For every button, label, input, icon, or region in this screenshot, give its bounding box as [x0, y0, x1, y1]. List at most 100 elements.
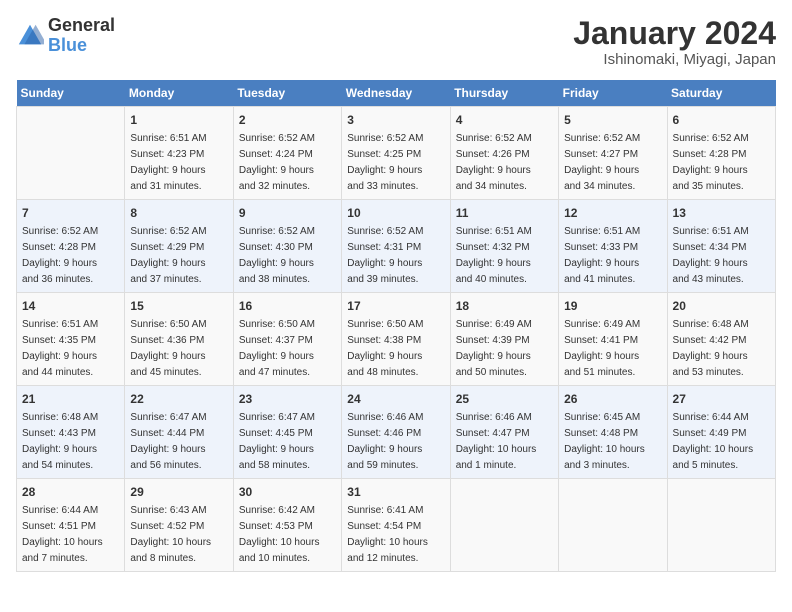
day-info: Sunrise: 6:52 AMSunset: 4:24 PMDaylight:… — [239, 131, 336, 195]
calendar-cell: 14 Sunrise: 6:51 AMSunset: 4:35 PMDayligh… — [17, 293, 125, 386]
day-info: Sunrise: 6:48 AMSunset: 4:43 PMDaylight:… — [22, 410, 119, 474]
calendar-cell — [667, 479, 775, 572]
day-number: 17 — [347, 297, 444, 315]
day-number: 14 — [22, 297, 119, 315]
day-number: 9 — [239, 204, 336, 222]
calendar-cell: 8 Sunrise: 6:52 AMSunset: 4:29 PMDaylight… — [125, 200, 233, 293]
day-number: 23 — [239, 390, 336, 408]
days-of-week-row: SundayMondayTuesdayWednesdayThursdayFrid… — [17, 80, 776, 107]
day-info: Sunrise: 6:42 AMSunset: 4:53 PMDaylight:… — [239, 503, 336, 567]
calendar-cell: 22Sunrise: 6:47 AMSunset: 4:44 PMDayligh… — [125, 386, 233, 479]
calendar-cell: 19 Sunrise: 6:49 AMSunset: 4:41 PMDayligh… — [559, 293, 667, 386]
calendar-cell: 28Sunrise: 6:44 AMSunset: 4:51 PMDayligh… — [17, 479, 125, 572]
calendar-cell: 30 Sunrise: 6:42 AMSunset: 4:53 PMDayligh… — [233, 479, 341, 572]
calendar-cell: 2 Sunrise: 6:52 AMSunset: 4:24 PMDaylight… — [233, 107, 341, 200]
dow-header-wednesday: Wednesday — [342, 80, 450, 107]
day-number: 31 — [347, 483, 444, 501]
day-info: Sunrise: 6:43 AMSunset: 4:52 PMDaylight:… — [130, 503, 227, 567]
day-number: 28 — [22, 483, 119, 501]
location-title: Ishinomaki, Miyagi, Japan — [573, 51, 776, 68]
day-number: 5 — [564, 111, 661, 129]
calendar-cell: 27Sunrise: 6:44 AMSunset: 4:49 PMDayligh… — [667, 386, 775, 479]
calendar-cell: 3Sunrise: 6:52 AMSunset: 4:25 PMDaylight… — [342, 107, 450, 200]
calendar-cell: 11Sunrise: 6:51 AMSunset: 4:32 PMDayligh… — [450, 200, 558, 293]
calendar-cell: 6Sunrise: 6:52 AMSunset: 4:28 PMDaylight… — [667, 107, 775, 200]
calendar-cell: 9 Sunrise: 6:52 AMSunset: 4:30 PMDaylight… — [233, 200, 341, 293]
calendar-cell: 10 Sunrise: 6:52 AMSunset: 4:31 PMDayligh… — [342, 200, 450, 293]
dow-header-monday: Monday — [125, 80, 233, 107]
day-number: 30 — [239, 483, 336, 501]
day-info: Sunrise: 6:49 AMSunset: 4:41 PMDaylight:… — [564, 317, 661, 381]
day-number: 15 — [130, 297, 227, 315]
month-title: January 2024 — [573, 16, 776, 51]
day-number: 16 — [239, 297, 336, 315]
day-info: Sunrise: 6:51 AMSunset: 4:23 PMDaylight:… — [130, 131, 227, 195]
day-number: 7 — [22, 204, 119, 222]
logo-general: General — [48, 16, 115, 36]
page-header: General Blue January 2024 Ishinomaki, Mi… — [16, 16, 776, 68]
calendar-cell — [450, 479, 558, 572]
day-info: Sunrise: 6:41 AMSunset: 4:54 PMDaylight:… — [347, 503, 444, 567]
day-number: 25 — [456, 390, 553, 408]
day-info: Sunrise: 6:44 AMSunset: 4:49 PMDaylight:… — [673, 410, 770, 474]
day-number: 6 — [673, 111, 770, 129]
day-number: 29 — [130, 483, 227, 501]
day-info: Sunrise: 6:47 AMSunset: 4:45 PMDaylight:… — [239, 410, 336, 474]
calendar-week-4: 28Sunrise: 6:44 AMSunset: 4:51 PMDayligh… — [17, 479, 776, 572]
day-number: 20 — [673, 297, 770, 315]
dow-header-sunday: Sunday — [17, 80, 125, 107]
calendar-cell — [17, 107, 125, 200]
day-number: 4 — [456, 111, 553, 129]
day-info: Sunrise: 6:51 AMSunset: 4:34 PMDaylight:… — [673, 224, 770, 288]
logo-icon — [16, 22, 44, 50]
calendar-cell: 20 Sunrise: 6:48 AMSunset: 4:42 PMDayligh… — [667, 293, 775, 386]
day-info: Sunrise: 6:48 AMSunset: 4:42 PMDaylight:… — [673, 317, 770, 381]
day-info: Sunrise: 6:52 AMSunset: 4:25 PMDaylight:… — [347, 131, 444, 195]
title-block: January 2024 Ishinomaki, Miyagi, Japan — [573, 16, 776, 68]
calendar-cell: 25 Sunrise: 6:46 AMSunset: 4:47 PMDayligh… — [450, 386, 558, 479]
dow-header-tuesday: Tuesday — [233, 80, 341, 107]
day-info: Sunrise: 6:52 AMSunset: 4:30 PMDaylight:… — [239, 224, 336, 288]
day-info: Sunrise: 6:46 AMSunset: 4:46 PMDaylight:… — [347, 410, 444, 474]
day-info: Sunrise: 6:50 AMSunset: 4:36 PMDaylight:… — [130, 317, 227, 381]
calendar-cell: 4 Sunrise: 6:52 AMSunset: 4:26 PMDaylight… — [450, 107, 558, 200]
calendar-cell: 17 Sunrise: 6:50 AMSunset: 4:38 PMDayligh… — [342, 293, 450, 386]
calendar-cell: 7Sunrise: 6:52 AMSunset: 4:28 PMDaylight… — [17, 200, 125, 293]
day-number: 26 — [564, 390, 661, 408]
day-info: Sunrise: 6:47 AMSunset: 4:44 PMDaylight:… — [130, 410, 227, 474]
day-info: Sunrise: 6:52 AMSunset: 4:31 PMDaylight:… — [347, 224, 444, 288]
day-info: Sunrise: 6:50 AMSunset: 4:38 PMDaylight:… — [347, 317, 444, 381]
calendar-body: 1 Sunrise: 6:51 AMSunset: 4:23 PMDaylight… — [17, 107, 776, 572]
day-info: Sunrise: 6:52 AMSunset: 4:29 PMDaylight:… — [130, 224, 227, 288]
day-info: Sunrise: 6:46 AMSunset: 4:47 PMDaylight:… — [456, 410, 553, 474]
calendar-cell: 15 Sunrise: 6:50 AMSunset: 4:36 PMDayligh… — [125, 293, 233, 386]
calendar-cell: 16Sunrise: 6:50 AMSunset: 4:37 PMDayligh… — [233, 293, 341, 386]
calendar-cell: 23 Sunrise: 6:47 AMSunset: 4:45 PMDayligh… — [233, 386, 341, 479]
calendar-cell: 31 Sunrise: 6:41 AMSunset: 4:54 PMDayligh… — [342, 479, 450, 572]
day-number: 24 — [347, 390, 444, 408]
calendar-cell: 5Sunrise: 6:52 AMSunset: 4:27 PMDaylight… — [559, 107, 667, 200]
day-info: Sunrise: 6:45 AMSunset: 4:48 PMDaylight:… — [564, 410, 661, 474]
calendar-cell: 12Sunrise: 6:51 AMSunset: 4:33 PMDayligh… — [559, 200, 667, 293]
day-info: Sunrise: 6:51 AMSunset: 4:32 PMDaylight:… — [456, 224, 553, 288]
day-number: 8 — [130, 204, 227, 222]
day-info: Sunrise: 6:49 AMSunset: 4:39 PMDaylight:… — [456, 317, 553, 381]
calendar-cell: 29 Sunrise: 6:43 AMSunset: 4:52 PMDayligh… — [125, 479, 233, 572]
calendar-cell: 18Sunrise: 6:49 AMSunset: 4:39 PMDayligh… — [450, 293, 558, 386]
day-info: Sunrise: 6:51 AMSunset: 4:33 PMDaylight:… — [564, 224, 661, 288]
logo: General Blue — [16, 16, 115, 56]
dow-header-saturday: Saturday — [667, 80, 775, 107]
day-number: 2 — [239, 111, 336, 129]
calendar-cell: 26 Sunrise: 6:45 AMSunset: 4:48 PMDayligh… — [559, 386, 667, 479]
calendar-cell — [559, 479, 667, 572]
day-number: 1 — [130, 111, 227, 129]
day-number: 19 — [564, 297, 661, 315]
calendar-week-3: 21Sunrise: 6:48 AMSunset: 4:43 PMDayligh… — [17, 386, 776, 479]
day-info: Sunrise: 6:52 AMSunset: 4:26 PMDaylight:… — [456, 131, 553, 195]
calendar-week-1: 7Sunrise: 6:52 AMSunset: 4:28 PMDaylight… — [17, 200, 776, 293]
day-info: Sunrise: 6:51 AMSunset: 4:35 PMDaylight:… — [22, 317, 119, 381]
calendar-table: SundayMondayTuesdayWednesdayThursdayFrid… — [16, 80, 776, 572]
day-number: 10 — [347, 204, 444, 222]
day-number: 13 — [673, 204, 770, 222]
dow-header-thursday: Thursday — [450, 80, 558, 107]
